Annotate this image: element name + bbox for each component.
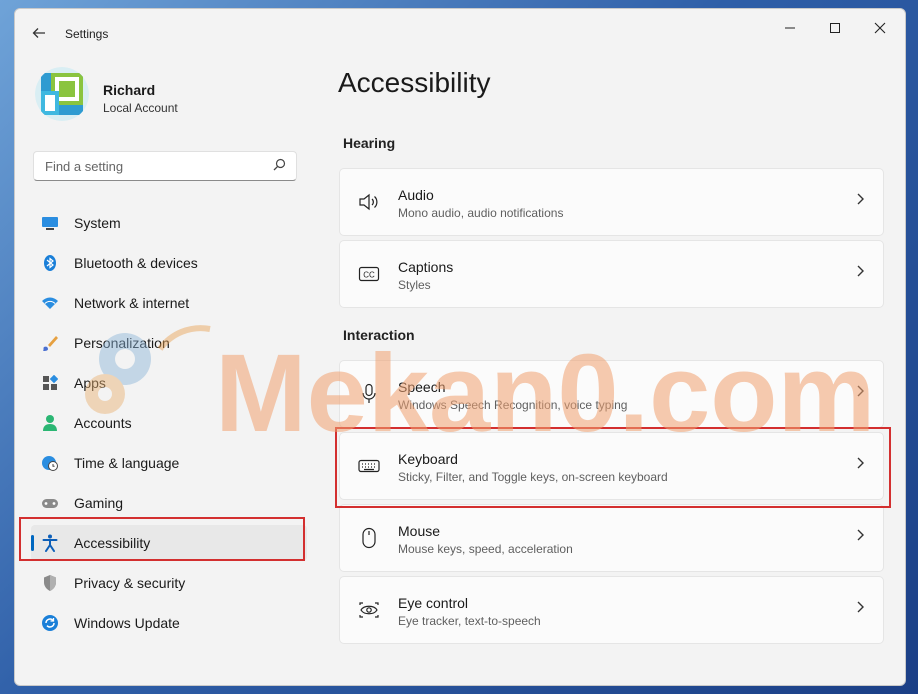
person-icon [41,414,59,432]
eye-icon [358,599,380,621]
card-title: Audio [398,187,434,203]
setting-card-captions[interactable]: CC Captions Styles [339,240,884,308]
search-icon[interactable] [273,158,286,174]
sidebar-item-personalization[interactable]: Personalization [31,325,307,361]
card-title: Mouse [398,523,441,539]
account-type: Local Account [103,101,178,115]
search-input[interactable] [43,158,267,175]
sidebar-item-time-language[interactable]: Time & language [31,445,307,481]
sidebar-item-privacy[interactable]: Privacy & security [31,565,307,601]
section-title-hearing: Hearing [343,135,396,151]
back-arrow-icon [32,28,45,38]
close-icon [874,22,886,34]
avatar-logo-icon [35,67,89,121]
section-title-interaction: Interaction [343,327,415,343]
controller-icon [41,494,59,512]
avatar[interactable] [35,67,89,121]
minimize-button[interactable] [775,17,805,39]
title-bar: Settings [15,9,905,59]
search-box[interactable] [33,151,297,181]
setting-card-speech[interactable]: Speech Windows Speech Recognition, voice… [339,360,884,428]
sidebar-item-windows-update[interactable]: Windows Update [31,605,307,641]
card-title: Eye control [398,595,469,611]
settings-window: Settings Richard Local Account Find a se… [14,8,906,686]
sidebar-item-label: Time & language [74,455,180,471]
close-button[interactable] [865,17,895,39]
sidebar-item-label: Privacy & security [74,575,186,591]
card-title: Speech [398,379,446,395]
bluetooth-icon [41,254,59,272]
card-subtitle: Mono audio, audio notifications [398,206,564,220]
sidebar-item-gaming[interactable]: Gaming [31,485,307,521]
mouse-icon [358,527,380,549]
maximize-icon [830,23,840,33]
chevron-right-icon [855,382,865,403]
sidebar-nav: System Bluetooth & devices Network & int… [31,205,307,645]
chevron-right-icon [855,190,865,211]
setting-card-mouse[interactable]: Mouse Mouse keys, speed, acceleration [339,504,884,572]
minimize-icon [785,27,795,29]
sidebar-item-accounts[interactable]: Accounts [31,405,307,441]
sidebar-item-label: Accounts [74,415,132,431]
sidebar-item-label: Windows Update [74,615,180,631]
highlight-box-accessibility [19,517,305,561]
svg-text:CC: CC [363,271,375,280]
shield-icon [41,574,59,592]
sidebar-item-apps[interactable]: Apps [31,365,307,401]
sidebar-item-label: Personalization [74,335,170,351]
window-title: Settings [65,27,109,41]
brush-icon [41,334,59,352]
back-button[interactable] [29,23,49,43]
chevron-right-icon [855,598,865,619]
sidebar-item-label: Network & internet [74,295,190,311]
card-subtitle: Windows Speech Recognition, voice typing [398,398,628,412]
page-title: Accessibility [338,67,491,98]
card-subtitle: Styles [398,278,431,292]
sidebar-item-label: Bluetooth & devices [74,255,198,271]
card-subtitle: Eye tracker, text-to-speech [398,614,541,628]
wifi-icon [41,294,59,312]
sidebar-item-label: Apps [74,375,106,391]
sidebar-item-label: Gaming [74,495,124,511]
apps-icon [41,374,59,392]
sidebar-item-label: System [74,215,121,231]
setting-card-eye-control[interactable]: Eye control Eye tracker, text-to-speech [339,576,884,644]
chevron-right-icon [855,526,865,547]
sidebar-item-bluetooth[interactable]: Bluetooth & devices [31,245,307,281]
setting-card-audio[interactable]: Audio Mono audio, audio notifications [339,168,884,236]
highlight-box-keyboard [335,427,891,508]
sidebar-item-system[interactable]: System [31,205,307,241]
card-subtitle: Mouse keys, speed, acceleration [398,542,573,556]
monitor-icon [41,214,59,232]
card-title: Captions [398,259,454,275]
captions-icon: CC [358,263,380,285]
maximize-button[interactable] [820,17,850,39]
chevron-right-icon [855,262,865,283]
update-icon [41,614,59,632]
speaker-icon [358,191,380,213]
user-name: Richard [103,82,156,98]
microphone-icon [358,383,380,405]
sidebar-item-network[interactable]: Network & internet [31,285,307,321]
globe-clock-icon [41,454,59,472]
